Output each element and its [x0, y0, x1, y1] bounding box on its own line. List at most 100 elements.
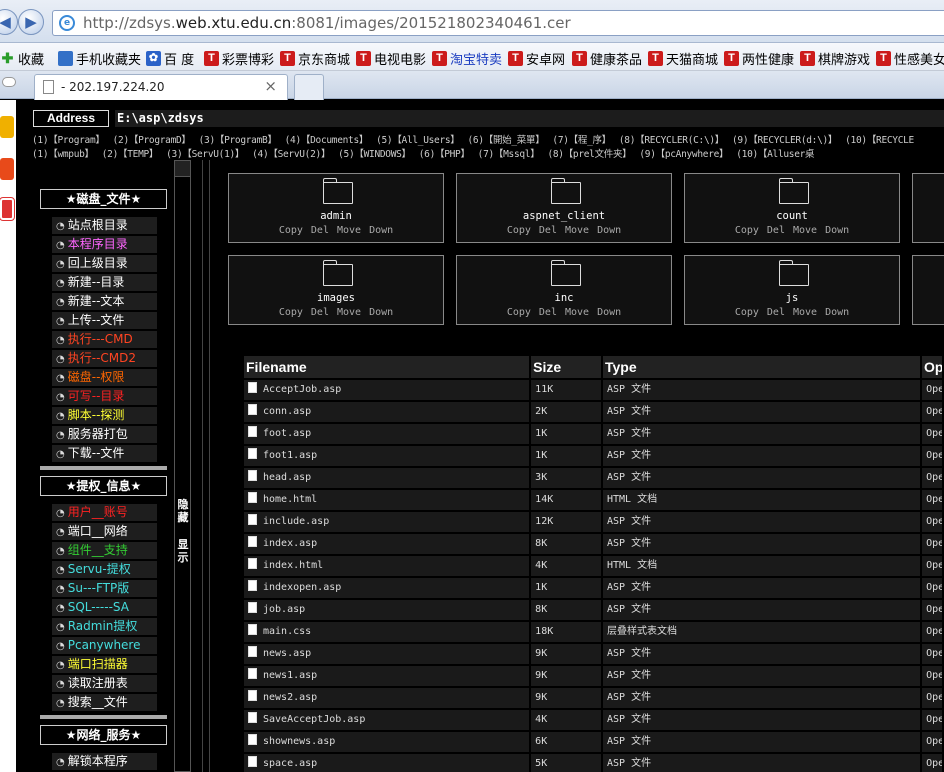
- sidebar-item[interactable]: ◔ 站点根目录: [52, 217, 157, 234]
- filename-cell[interactable]: include.asp: [244, 512, 532, 532]
- folder-card[interactable]: images Copy Del Move Down: [228, 255, 444, 325]
- filename[interactable]: news1.asp: [263, 670, 317, 681]
- favorite-item[interactable]: ✚ 收藏: [0, 49, 44, 69]
- folder-actions[interactable]: Copy Del Move Down: [685, 225, 899, 236]
- quick-link[interactable]: (10)【RECYCLE: [845, 135, 914, 146]
- favorite-item[interactable]: ✿ 百 度: [146, 49, 194, 68]
- filename[interactable]: head.asp: [263, 472, 311, 483]
- sidebar-item[interactable]: ◔ 下载--文件: [52, 445, 157, 462]
- folder-card[interactable]: admin Copy Del Move Down: [228, 173, 444, 243]
- browser-tab[interactable]: - 202.197.224.20 ×: [34, 74, 288, 100]
- table-row[interactable]: foot1.asp 1K ASP 文件 Ope: [244, 446, 944, 466]
- app-icon[interactable]: [0, 198, 14, 220]
- sidebar-item[interactable]: ◔ 读取注册表: [52, 675, 157, 692]
- folder-name[interactable]: count: [685, 210, 899, 222]
- quick-link[interactable]: (3)【ServU(1)】: [166, 149, 244, 160]
- sidebar-item[interactable]: ◔ 解锁本程序: [52, 753, 157, 770]
- table-row[interactable]: SaveAcceptJob.asp 4K ASP 文件 Ope: [244, 710, 944, 730]
- folder-actions[interactable]: Copy Del Move Down: [685, 307, 899, 318]
- favorite-item[interactable]: T 淘宝特卖: [432, 49, 502, 68]
- filename[interactable]: indexopen.asp: [263, 582, 341, 593]
- filename-cell[interactable]: news.asp: [244, 644, 532, 664]
- filename[interactable]: space.asp: [263, 758, 317, 769]
- back-button[interactable]: ◀: [0, 9, 18, 35]
- folder-name[interactable]: images: [229, 292, 443, 304]
- table-row[interactable]: space.asp 5K ASP 文件 Ope: [244, 754, 944, 772]
- sidebar-item[interactable]: ◔ 回上级目录: [52, 255, 157, 272]
- operation-cell[interactable]: Ope: [922, 666, 944, 686]
- favorite-item[interactable]: T 两性健康: [724, 49, 794, 68]
- path-input[interactable]: E:\asp\zdsys: [115, 109, 944, 127]
- operation-cell[interactable]: Ope: [922, 380, 944, 400]
- favorite-item[interactable]: T 京东商城: [280, 49, 350, 68]
- table-row[interactable]: head.asp 3K ASP 文件 Ope: [244, 468, 944, 488]
- filename-cell[interactable]: news2.asp: [244, 688, 532, 708]
- sidebar-item[interactable]: ◔ SQL-----SA: [52, 599, 157, 616]
- quick-link[interactable]: (6)【PHP】: [419, 149, 470, 160]
- sidebar-item[interactable]: ◔ 执行--CMD2: [52, 350, 157, 367]
- sidebar-item[interactable]: ◔ 本程序目录: [52, 236, 157, 253]
- operation-cell[interactable]: Ope: [922, 710, 944, 730]
- operation-cell[interactable]: Ope: [922, 600, 944, 620]
- favorite-item[interactable]: T 彩票博彩: [204, 49, 274, 68]
- sidebar-item[interactable]: ◔ 用户__账号: [52, 504, 157, 521]
- filename-cell[interactable]: shownews.asp: [244, 732, 532, 752]
- operation-cell[interactable]: Ope: [922, 688, 944, 708]
- forward-button[interactable]: ▶: [18, 9, 44, 35]
- folder-name[interactable]: admin: [229, 210, 443, 222]
- favorite-item[interactable]: T 性感美女: [876, 49, 944, 68]
- table-row[interactable]: news2.asp 9K ASP 文件 Ope: [244, 688, 944, 708]
- folder-actions[interactable]: Copy Del Move Down: [229, 225, 443, 236]
- sidebar-item[interactable]: ◔ 新建--文本: [52, 293, 157, 310]
- operation-cell[interactable]: Ope: [922, 622, 944, 642]
- filename[interactable]: shownews.asp: [263, 736, 335, 747]
- quick-link[interactable]: (7)【程_序】: [552, 135, 611, 146]
- quick-link[interactable]: (6)【開始_菜單】: [468, 135, 545, 146]
- table-row[interactable]: job.asp 8K ASP 文件 Ope: [244, 600, 944, 620]
- quick-link[interactable]: (1)【wmpub】: [32, 149, 94, 160]
- operation-cell[interactable]: Ope: [922, 490, 944, 510]
- sidebar-item[interactable]: ◔ 可写--目录: [52, 388, 157, 405]
- sidebar-item[interactable]: ◔ 执行---CMD: [52, 331, 157, 348]
- favorite-item[interactable]: T 健康茶品: [572, 49, 642, 68]
- folder-actions[interactable]: Copy Del Move Down: [229, 307, 443, 318]
- filename-cell[interactable]: home.html: [244, 490, 532, 510]
- operation-cell[interactable]: Ope: [922, 424, 944, 444]
- favorite-item[interactable]: 手机收藏夹: [58, 49, 141, 68]
- operation-cell[interactable]: Ope: [922, 578, 944, 598]
- filename-cell[interactable]: indexopen.asp: [244, 578, 532, 598]
- quick-link[interactable]: (5)【All_Users】: [376, 135, 460, 146]
- weibo-icon[interactable]: [0, 158, 14, 180]
- filename[interactable]: index.asp: [263, 538, 317, 549]
- operation-cell[interactable]: Ope: [922, 446, 944, 466]
- operation-cell[interactable]: Ope: [922, 512, 944, 532]
- table-row[interactable]: AcceptJob.asp 11K ASP 文件 Ope: [244, 380, 944, 400]
- quick-link[interactable]: (2)【ProgramD】: [113, 135, 191, 146]
- quick-link[interactable]: (4)【Documents】: [285, 135, 369, 146]
- filename-cell[interactable]: foot.asp: [244, 424, 532, 444]
- filename[interactable]: main.css: [263, 626, 311, 637]
- filename-cell[interactable]: foot1.asp: [244, 446, 532, 466]
- favorite-item[interactable]: T 棋牌游戏: [800, 49, 870, 68]
- folder-card[interactable]: inc Copy Del Move Down: [456, 255, 672, 325]
- sidebar-item[interactable]: ◔ 新建--目录: [52, 274, 157, 291]
- table-row[interactable]: index.asp 8K ASP 文件 Ope: [244, 534, 944, 554]
- filename-cell[interactable]: index.asp: [244, 534, 532, 554]
- filename[interactable]: include.asp: [263, 516, 329, 527]
- filename[interactable]: AcceptJob.asp: [263, 384, 341, 395]
- quick-link[interactable]: (8)【prel文件夹】: [547, 149, 631, 160]
- sidebar-item[interactable]: ◔ 端口__网络: [52, 523, 157, 540]
- folder-name[interactable]: js: [685, 292, 899, 304]
- hide-show-toggle[interactable]: 隐藏 显示: [174, 160, 191, 772]
- filename[interactable]: SaveAcceptJob.asp: [263, 714, 365, 725]
- operation-cell[interactable]: Ope: [922, 468, 944, 488]
- folder-card-partial[interactable]: [912, 173, 944, 243]
- folder-card-partial[interactable]: [912, 255, 944, 325]
- folder-name[interactable]: inc: [457, 292, 671, 304]
- folder-card[interactable]: js Copy Del Move Down: [684, 255, 900, 325]
- quick-link[interactable]: (9)【RECYCLER(d:\)】: [732, 135, 837, 146]
- operation-cell[interactable]: Ope: [922, 732, 944, 752]
- folder-actions[interactable]: Copy Del Move Down: [457, 307, 671, 318]
- filename-cell[interactable]: index.html: [244, 556, 532, 576]
- operation-cell[interactable]: Ope: [922, 556, 944, 576]
